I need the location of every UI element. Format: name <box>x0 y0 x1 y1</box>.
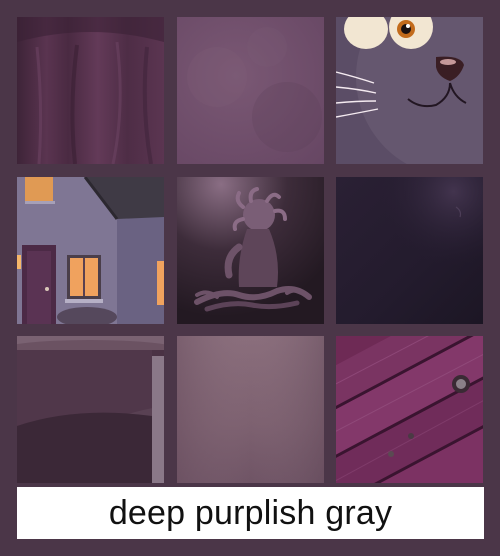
tile-ceramic-bowl <box>17 336 164 483</box>
house-image <box>17 177 164 324</box>
tile-cartoon-cat <box>336 17 483 164</box>
tile-creature-sculpture <box>177 177 324 324</box>
tile-soft-gradient <box>177 336 324 483</box>
textured-surface-image <box>177 17 324 164</box>
ceramic-bowl-image <box>17 336 164 483</box>
caption-bar: deep purplish gray <box>17 487 484 539</box>
weathered-wood-image <box>336 336 483 483</box>
tile-house <box>17 177 164 324</box>
soft-gradient-image <box>177 336 324 483</box>
creature-sculpture-image <box>177 177 324 324</box>
tile-textured-surface <box>177 17 324 164</box>
tile-weathered-wood <box>336 336 483 483</box>
tile-dark-gradient <box>336 177 483 324</box>
dark-gradient-image <box>336 177 483 324</box>
color-moodboard: deep purplish gray <box>0 0 500 556</box>
cartoon-cat-image <box>336 17 483 164</box>
color-name-caption: deep purplish gray <box>108 494 393 532</box>
draped-fabric-image <box>17 17 164 164</box>
tile-draped-fabric <box>17 17 164 164</box>
